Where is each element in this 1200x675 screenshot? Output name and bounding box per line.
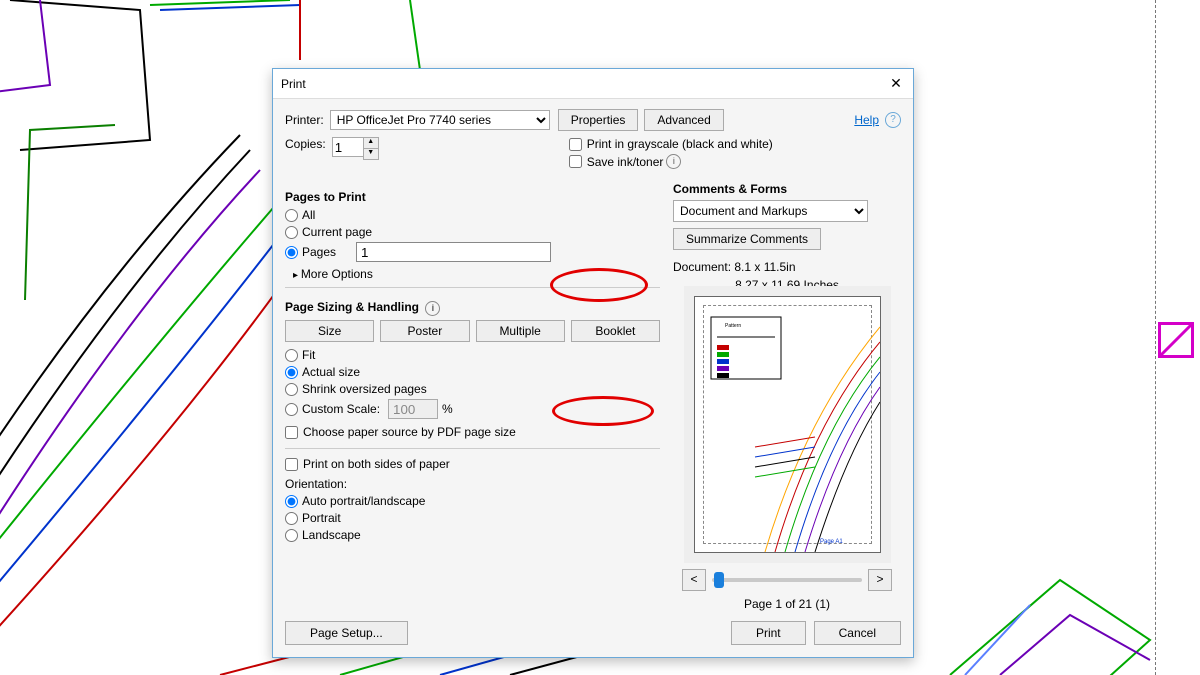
advanced-button[interactable]: Advanced [644,109,723,131]
booklet-button[interactable]: Booklet [571,320,660,342]
page-setup-button[interactable]: Page Setup... [285,621,408,645]
pages-to-print-header: Pages to Print [285,190,660,204]
radio-all[interactable]: All [285,208,660,222]
printer-label: Printer: [285,113,324,127]
grayscale-checkbox[interactable]: Print in grayscale (black and white) [569,137,773,151]
print-preview: Pattern [694,296,881,553]
radio-orient-landscape[interactable]: Landscape [285,528,660,542]
artboard-corner-marker [1158,322,1194,358]
more-options-toggle[interactable]: More Options [293,267,660,281]
properties-button[interactable]: Properties [558,109,639,131]
info-icon[interactable]: i [666,154,681,169]
svg-text:Page A1: Page A1 [820,539,843,545]
slider-thumb[interactable] [714,572,724,588]
print-dialog: Print ✕ Printer: HP OfficeJet Pro 7740 s… [272,68,914,658]
help-link[interactable]: Help [854,113,879,127]
sheet-dimensions: 8.27 x 11.69 Inches [673,278,901,292]
preview-prev-button[interactable]: < [682,569,706,591]
preview-slider[interactable] [712,578,862,582]
svg-text:Pattern: Pattern [725,323,741,329]
preview-next-button[interactable]: > [868,569,892,591]
vertical-guide [1155,0,1156,675]
radio-fit[interactable]: Fit [285,348,660,362]
spinner-up-icon[interactable]: ▲ [363,137,379,149]
choose-paper-checkbox[interactable]: Choose paper source by PDF page size [285,425,660,439]
radio-current-page[interactable]: Current page [285,225,660,239]
page-indicator: Page 1 of 21 (1) [673,597,901,611]
radio-actual-size[interactable]: Actual size [285,365,660,379]
radio-custom-scale[interactable]: Custom Scale: % [285,399,660,419]
dialog-title: Print [281,77,306,91]
comments-forms-select[interactable]: Document and Markups [673,200,868,222]
radio-orient-auto[interactable]: Auto portrait/landscape [285,494,660,508]
size-button[interactable]: Size [285,320,374,342]
copies-spinner[interactable]: ▲ ▼ [363,137,379,160]
document-dimensions: Document: 8.1 x 11.5in [673,260,901,274]
radio-orient-portrait[interactable]: Portrait [285,511,660,525]
page-sizing-header: Page Sizing & Handling i [285,300,660,316]
print-button[interactable]: Print [731,621,806,645]
custom-scale-input [388,399,438,419]
info-icon[interactable]: i [425,301,440,316]
pages-input[interactable] [356,242,551,262]
both-sides-checkbox[interactable]: Print on both sides of paper [285,457,660,471]
copies-input[interactable] [332,137,364,157]
orientation-label: Orientation: [285,477,660,491]
spinner-down-icon[interactable]: ▼ [363,149,379,160]
saveink-checkbox[interactable]: Save ink/toner i [569,154,773,169]
multiple-button[interactable]: Multiple [476,320,565,342]
dialog-titlebar: Print ✕ [273,69,913,99]
help-icon[interactable]: ? [885,112,901,128]
cancel-button[interactable]: Cancel [814,621,901,645]
printer-select[interactable]: HP OfficeJet Pro 7740 series [330,110,550,130]
radio-pages[interactable]: Pages [285,242,660,262]
close-icon[interactable]: ✕ [887,75,905,92]
radio-shrink[interactable]: Shrink oversized pages [285,382,660,396]
comments-forms-header: Comments & Forms [673,182,901,196]
summarize-comments-button[interactable]: Summarize Comments [673,228,821,250]
poster-button[interactable]: Poster [380,320,469,342]
copies-label: Copies: [285,137,326,151]
